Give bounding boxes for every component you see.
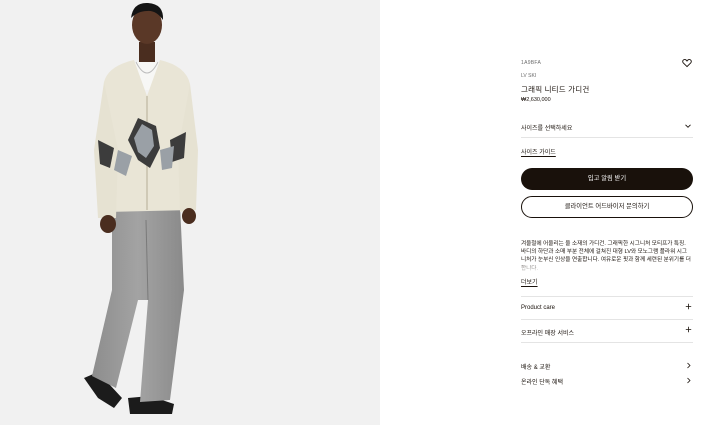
contact-advisor-button[interactable]: 클라이언트 어드바이저 문의하기 (521, 196, 693, 218)
accordion-label: Product care (521, 305, 556, 311)
product-collection: LV SKI (521, 73, 537, 79)
accordion-product-care[interactable]: Product care (521, 296, 693, 320)
product-image[interactable] (0, 0, 380, 425)
accordion-label: 오프라인 매장 서비스 (521, 331, 575, 337)
read-more-link[interactable]: 더보기 (521, 277, 538, 286)
divider (521, 342, 693, 343)
online-benefits-link[interactable]: 온라인 단독 혜택 (521, 374, 693, 388)
model-illustration (84, 2, 198, 414)
product-price: ₩2,630,000 (521, 97, 551, 103)
product-description: 겨울철에 어울리는 울 소재의 가디건. 그래픽한 시그니처 모티프가 특징. … (521, 241, 691, 273)
chevron-down-icon (685, 124, 691, 128)
shipping-returns-link[interactable]: 배송 & 교환 (521, 359, 693, 373)
size-select[interactable]: 사이즈를 선택하세요 (521, 116, 693, 138)
link-label: 온라인 단독 혜택 (521, 380, 563, 386)
size-guide-link[interactable]: 사이즈 가이드 (521, 147, 556, 156)
chevron-right-icon (687, 377, 691, 384)
notify-restock-button[interactable]: 입고 알림 받기 (521, 168, 693, 190)
size-select-label: 사이즈를 선택하세요 (521, 126, 573, 132)
plus-icon (685, 303, 692, 310)
heart-icon[interactable] (682, 58, 692, 68)
product-sku: 1A9BFA (521, 60, 542, 66)
accordion-store-service[interactable]: 오프라인 매장 서비스 (521, 319, 693, 343)
chevron-right-icon (687, 362, 691, 369)
product-panel: 1A9BFA LV SKI 그래픽 니티드 가디건 ₩2,630,000 사이즈… (521, 0, 693, 425)
plus-icon (685, 326, 692, 333)
link-label: 배송 & 교환 (521, 365, 551, 371)
product-title: 그래픽 니티드 가디건 (521, 85, 590, 94)
